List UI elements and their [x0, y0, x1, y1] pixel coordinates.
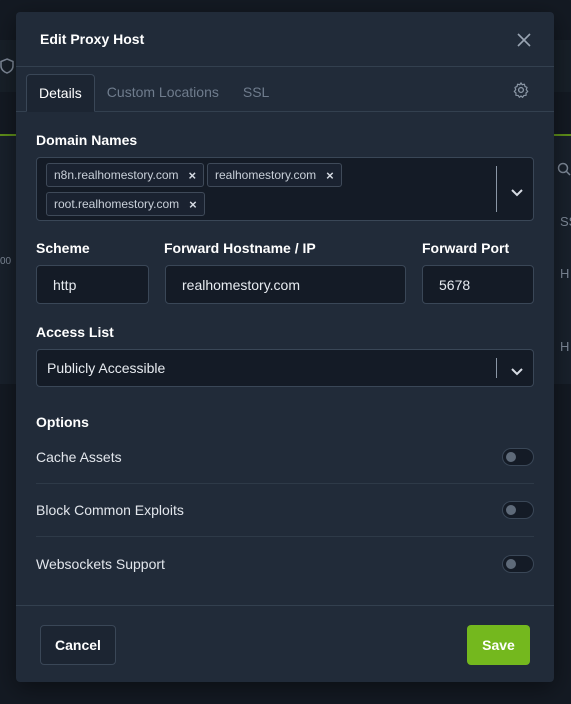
chevron-down-icon[interactable] — [510, 364, 524, 376]
cache-assets-label: Cache Assets — [36, 449, 122, 465]
domain-chip-label: realhomestory.com — [215, 168, 317, 182]
domain-names-label: Domain Names — [36, 132, 138, 148]
block-common-exploits-toggle[interactable] — [502, 501, 534, 519]
close-icon[interactable] — [514, 30, 534, 50]
domain-chip-label: n8n.realhomestory.com — [54, 168, 179, 182]
modal-footer: Cancel Save — [16, 605, 554, 682]
option-cache-assets: Cache Assets — [36, 431, 534, 484]
options-heading: Options — [36, 414, 89, 430]
access-list-value: Publicly Accessible — [47, 360, 166, 376]
forward-hostname-input[interactable]: realhomestory.com — [165, 265, 406, 304]
websockets-support-toggle[interactable] — [502, 554, 534, 573]
domain-chip: n8n.realhomestory.com × — [46, 163, 205, 187]
background-text-00: 00 — [0, 256, 12, 267]
toggle-knob — [506, 505, 516, 515]
option-block-common-exploits: Block Common Exploits — [36, 484, 534, 537]
tab-bar: Details Custom Locations SSL — [16, 67, 554, 112]
access-list-label: Access List — [36, 324, 114, 340]
forward-port-input[interactable]: 5678 — [422, 265, 534, 304]
cache-assets-toggle[interactable] — [502, 448, 534, 466]
scheme-label: Scheme — [36, 240, 90, 256]
tab-details[interactable]: Details — [26, 74, 95, 112]
background-search-icon — [557, 162, 571, 179]
domain-chip-label: root.realhomestory.com — [54, 197, 180, 211]
chevron-down-icon[interactable] — [510, 185, 524, 197]
forward-hostname-label: Forward Hostname / IP — [164, 240, 316, 256]
option-websockets-support: Websockets Support — [36, 537, 534, 590]
domain-chip: realhomestory.com × — [207, 163, 342, 187]
websockets-support-label: Websockets Support — [36, 555, 165, 572]
background-text-h1: H — [560, 266, 570, 281]
access-list-select[interactable]: Publicly Accessible — [36, 349, 534, 387]
tab-custom-locations[interactable]: Custom Locations — [95, 73, 231, 111]
scheme-input[interactable]: http — [36, 265, 149, 304]
background-shield-icon — [0, 58, 14, 77]
block-common-exploits-label: Block Common Exploits — [36, 502, 184, 518]
gear-icon[interactable] — [512, 81, 530, 99]
cancel-button[interactable]: Cancel — [40, 625, 116, 665]
forward-port-label: Forward Port — [422, 240, 510, 256]
background-text-h2: H — [560, 339, 570, 354]
toggle-knob — [506, 452, 516, 462]
select-divider — [496, 358, 497, 378]
remove-chip-icon[interactable]: × — [189, 197, 197, 212]
modal-title: Edit Proxy Host — [40, 31, 145, 47]
remove-chip-icon[interactable]: × — [326, 168, 334, 183]
save-button[interactable]: Save — [467, 625, 530, 665]
select-divider — [496, 166, 497, 212]
edit-proxy-host-modal: Edit Proxy Host Details Custom Locations… — [16, 12, 554, 682]
remove-chip-icon[interactable]: × — [189, 168, 197, 183]
toggle-knob — [506, 558, 516, 569]
modal-header: Edit Proxy Host — [16, 12, 554, 67]
domain-chip: root.realhomestory.com × — [46, 192, 205, 216]
tab-ssl[interactable]: SSL — [231, 73, 281, 111]
domain-names-input[interactable]: n8n.realhomestory.com × realhomestory.co… — [36, 157, 534, 221]
background-text-ss: SS — [560, 214, 571, 229]
